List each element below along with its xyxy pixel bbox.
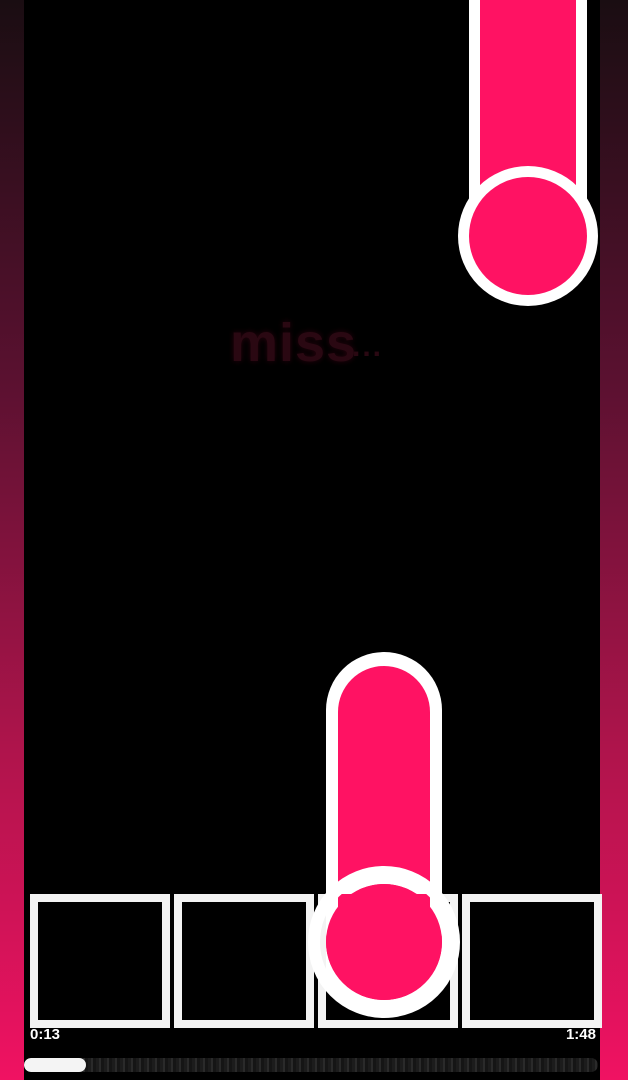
judgement-suffix: ... [352,330,384,363]
receptor-lane-3[interactable] [318,894,458,1028]
time-elapsed: 0:13 [30,1026,61,1043]
game-screen: miss ... 0:13 1:48 [0,0,628,1080]
song-progress-fill [24,1058,86,1072]
song-progress-bar[interactable] [24,1058,598,1072]
time-total: 1:48 [565,1026,596,1043]
receptor-lane-2[interactable] [174,894,314,1028]
judgement-text: miss [230,313,358,373]
receptor-lane-4[interactable] [462,894,602,1028]
receptor-lane-1[interactable] [30,894,170,1028]
